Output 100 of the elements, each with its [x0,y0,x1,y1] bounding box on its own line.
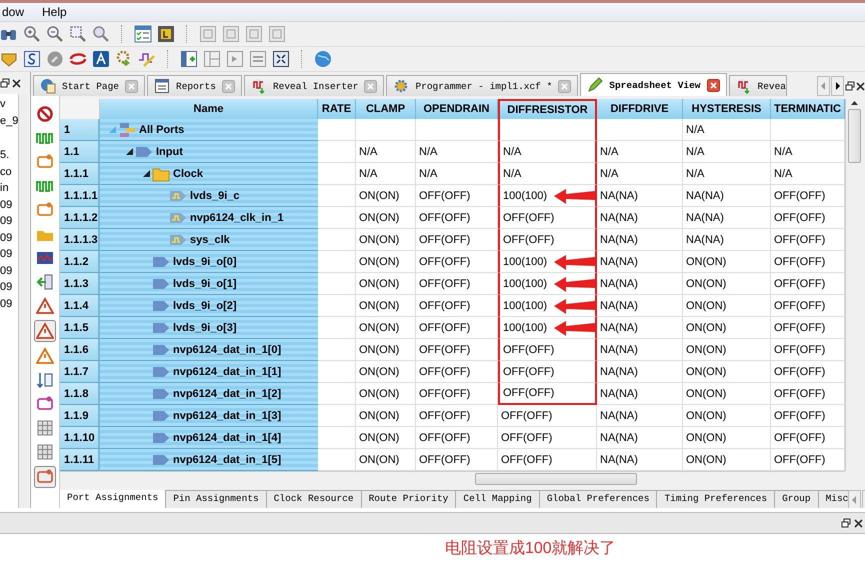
editor-tab[interactable]: Programmer - impl1.xcf * [386,75,578,96]
close-icon[interactable] [706,78,720,92]
s-box-icon[interactable] [23,50,41,68]
import-icon[interactable] [35,272,55,292]
column-header[interactable]: TERMINATIC [771,99,845,119]
sheet-tab[interactable]: Pin Assignments [166,490,267,508]
column-header[interactable]: DIFFDRIVE [597,99,683,119]
warning-icon[interactable] [35,346,55,366]
scroll-up-icon[interactable] [850,99,859,107]
restore-icon[interactable] [841,518,851,528]
column-header[interactable]: RATE [318,99,356,119]
row-number: 1.1.10 [60,427,100,449]
magnifier-icon[interactable] [92,25,110,43]
frame-icon[interactable] [245,25,263,43]
column-header[interactable]: Name [100,99,318,119]
zoom-fit-icon[interactable] [69,25,87,43]
restore-icon[interactable] [0,78,10,88]
tree-item[interactable]: All Ports [100,119,318,141]
list-item[interactable]: in [0,180,18,196]
sort-icon[interactable] [35,370,55,390]
column-header[interactable]: HYSTERESIS [683,99,771,119]
list-item[interactable]: e_9 [0,112,18,129]
layout-icon[interactable] [249,50,267,68]
sheet-tab[interactable]: Timing Preferences [657,490,776,508]
globe-icon[interactable] [314,50,332,68]
column-header[interactable]: OPENDRAIN [416,99,498,119]
table-cell: NA(NA) [597,251,683,273]
close-icon[interactable] [856,82,865,90]
tree-item[interactable]: lvds_9i_o[1] [100,273,318,295]
sheet-tab[interactable]: Group [775,490,819,508]
zoom-out-icon[interactable] [46,25,64,43]
column-header[interactable]: DIFFRESISTOR [498,99,597,119]
tree-item[interactable]: Clock [100,163,318,185]
editor-tab[interactable]: Start Page [33,75,146,96]
tree-item[interactable]: nvp6124_dat_in_1[1] [100,361,318,383]
scrollbar-thumb[interactable] [848,109,861,163]
tree-item[interactable]: nvp6124_dat_in_1[0] [100,339,318,361]
scrollbar[interactable] [18,94,29,508]
editor-tab[interactable]: Reports [147,75,242,96]
tree-item[interactable]: nvp6124_dat_in_1[2] [100,383,318,405]
tree-item[interactable]: nvp6124_dat_in_1[4] [100,427,318,449]
warning-icon[interactable] [34,320,56,342]
close-icon[interactable] [12,78,21,88]
layout-icon[interactable] [180,50,198,68]
tree-item[interactable]: sys_clk [100,229,318,251]
zoom-in-icon[interactable] [23,25,41,43]
table-cell: ON(ON) [356,405,416,427]
list-item[interactable]: 09 [0,262,18,279]
no-entry-icon[interactable] [35,104,55,124]
list-item[interactable]: 09 [0,279,18,296]
list-item[interactable]: co [0,164,18,180]
frame-icon[interactable] [199,25,217,43]
sheet-tab[interactable]: Port Assignments [60,490,166,508]
tree-item[interactable]: lvds_9i_o[0] [100,251,318,273]
grid-icon[interactable] [272,50,290,68]
list-item[interactable]: 09 [0,246,18,262]
a-box-icon[interactable] [92,50,110,68]
menu-item[interactable]: Help [40,5,69,19]
report-icon [154,78,170,94]
tree-item[interactable]: nvp6124_dat_in_1[3] [100,405,318,427]
table-cell: N/A [416,163,498,185]
table-cell: OFF(OFF) [498,339,597,361]
checklist-icon[interactable] [134,25,152,43]
sheet-tab[interactable]: Clock Resource [266,490,362,508]
layout-icon[interactable] [203,50,221,68]
restore-icon[interactable] [845,81,855,91]
editor-tab[interactable]: Reveal Inserter [244,75,384,96]
editor-tab[interactable]: Spreadsheet View [580,73,726,96]
layout-icon[interactable] [226,50,244,68]
warning-icon[interactable] [35,296,55,316]
sheet-tab[interactable]: Route Priority [362,490,456,508]
table-cell: OFF(OFF) [416,251,498,273]
close-icon[interactable] [854,518,863,528]
letter-box-icon[interactable] [157,25,175,43]
table-cell [318,405,356,427]
tree-item[interactable]: nvp6124_clk_in_1 [100,207,318,229]
tree-item[interactable]: lvds_9i_c [100,185,318,207]
tree-item[interactable]: lvds_9i_o[3] [100,317,318,339]
sheet-tab[interactable]: Global Preferences [540,490,658,508]
sheet-tab[interactable]: Cell Mapping [456,490,540,508]
list-item[interactable]: v [0,96,18,112]
table-cell: ON(ON) [356,317,416,339]
list-item[interactable]: 5. [0,147,18,164]
tree-item[interactable]: Input [100,141,318,163]
editor-tab[interactable]: Revea [728,75,788,96]
scrollbar-thumb[interactable] [475,473,637,485]
list-item[interactable]: 09 [0,196,18,213]
list-item[interactable]: 09 [0,213,18,230]
sheet-tab[interactable]: Misc [818,490,848,508]
frame-icon[interactable] [222,25,240,43]
expanded-icon[interactable] [126,148,132,155]
menu-item[interactable]: dow [0,5,26,19]
expanded-icon[interactable] [142,170,150,177]
list-item[interactable]: 09 [0,296,18,312]
frame-icon[interactable] [268,25,286,43]
list-item[interactable]: 09 [0,230,18,246]
table-cell: OFF(OFF) [498,427,597,449]
column-header[interactable]: CLAMP [356,99,416,119]
tree-item[interactable]: nvp6124_dat_in_1[5] [100,449,318,471]
tree-item[interactable]: lvds_9i_o[2] [100,295,318,317]
